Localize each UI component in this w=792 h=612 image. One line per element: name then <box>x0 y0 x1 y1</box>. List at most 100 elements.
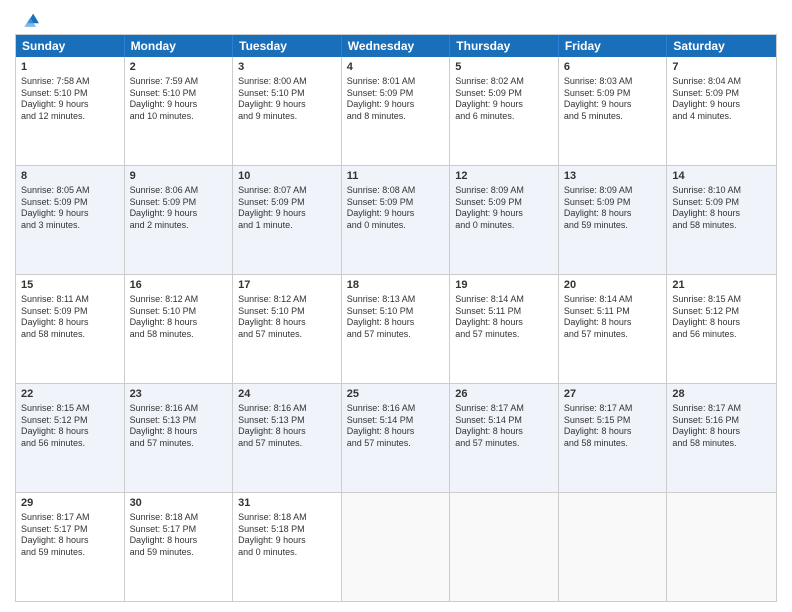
calendar-row-5: 29Sunrise: 8:17 AM Sunset: 5:17 PM Dayli… <box>16 493 776 601</box>
day-cell-23: 23Sunrise: 8:16 AM Sunset: 5:13 PM Dayli… <box>125 384 234 492</box>
day-info: Sunrise: 8:08 AM Sunset: 5:09 PM Dayligh… <box>347 185 445 232</box>
empty-cell-4-5 <box>559 493 668 601</box>
day-cell-8: 8Sunrise: 8:05 AM Sunset: 5:09 PM Daylig… <box>16 166 125 274</box>
day-info: Sunrise: 8:18 AM Sunset: 5:17 PM Dayligh… <box>130 512 228 559</box>
day-number: 24 <box>238 387 336 402</box>
day-cell-7: 7Sunrise: 8:04 AM Sunset: 5:09 PM Daylig… <box>667 57 776 165</box>
day-info: Sunrise: 8:16 AM Sunset: 5:13 PM Dayligh… <box>130 403 228 450</box>
day-cell-31: 31Sunrise: 8:18 AM Sunset: 5:18 PM Dayli… <box>233 493 342 601</box>
day-number: 7 <box>672 60 771 75</box>
day-cell-4: 4Sunrise: 8:01 AM Sunset: 5:09 PM Daylig… <box>342 57 451 165</box>
day-info: Sunrise: 8:00 AM Sunset: 5:10 PM Dayligh… <box>238 76 336 123</box>
day-info: Sunrise: 7:59 AM Sunset: 5:10 PM Dayligh… <box>130 76 228 123</box>
day-info: Sunrise: 8:06 AM Sunset: 5:09 PM Dayligh… <box>130 185 228 232</box>
day-info: Sunrise: 8:16 AM Sunset: 5:14 PM Dayligh… <box>347 403 445 450</box>
day-number: 9 <box>130 169 228 184</box>
day-number: 18 <box>347 278 445 293</box>
logo-icon <box>17 10 39 32</box>
day-number: 3 <box>238 60 336 75</box>
calendar-body: 1Sunrise: 7:58 AM Sunset: 5:10 PM Daylig… <box>16 57 776 601</box>
day-info: Sunrise: 8:16 AM Sunset: 5:13 PM Dayligh… <box>238 403 336 450</box>
day-info: Sunrise: 8:01 AM Sunset: 5:09 PM Dayligh… <box>347 76 445 123</box>
day-info: Sunrise: 8:17 AM Sunset: 5:16 PM Dayligh… <box>672 403 771 450</box>
calendar-row-2: 8Sunrise: 8:05 AM Sunset: 5:09 PM Daylig… <box>16 166 776 275</box>
day-number: 26 <box>455 387 553 402</box>
day-number: 8 <box>21 169 119 184</box>
day-info: Sunrise: 8:04 AM Sunset: 5:09 PM Dayligh… <box>672 76 771 123</box>
header-day-monday: Monday <box>125 35 234 57</box>
day-number: 22 <box>21 387 119 402</box>
day-number: 13 <box>564 169 662 184</box>
calendar-row-3: 15Sunrise: 8:11 AM Sunset: 5:09 PM Dayli… <box>16 275 776 384</box>
day-info: Sunrise: 8:14 AM Sunset: 5:11 PM Dayligh… <box>564 294 662 341</box>
day-info: Sunrise: 8:02 AM Sunset: 5:09 PM Dayligh… <box>455 76 553 123</box>
day-cell-26: 26Sunrise: 8:17 AM Sunset: 5:14 PM Dayli… <box>450 384 559 492</box>
day-number: 5 <box>455 60 553 75</box>
page: SundayMondayTuesdayWednesdayThursdayFrid… <box>0 0 792 612</box>
day-cell-22: 22Sunrise: 8:15 AM Sunset: 5:12 PM Dayli… <box>16 384 125 492</box>
day-cell-15: 15Sunrise: 8:11 AM Sunset: 5:09 PM Dayli… <box>16 275 125 383</box>
day-number: 11 <box>347 169 445 184</box>
day-cell-20: 20Sunrise: 8:14 AM Sunset: 5:11 PM Dayli… <box>559 275 668 383</box>
calendar-row-1: 1Sunrise: 7:58 AM Sunset: 5:10 PM Daylig… <box>16 57 776 166</box>
header-day-wednesday: Wednesday <box>342 35 451 57</box>
empty-cell-4-4 <box>450 493 559 601</box>
day-info: Sunrise: 8:07 AM Sunset: 5:09 PM Dayligh… <box>238 185 336 232</box>
empty-cell-4-6 <box>667 493 776 601</box>
day-cell-30: 30Sunrise: 8:18 AM Sunset: 5:17 PM Dayli… <box>125 493 234 601</box>
day-number: 31 <box>238 496 336 511</box>
day-info: Sunrise: 8:17 AM Sunset: 5:17 PM Dayligh… <box>21 512 119 559</box>
day-cell-27: 27Sunrise: 8:17 AM Sunset: 5:15 PM Dayli… <box>559 384 668 492</box>
day-info: Sunrise: 8:12 AM Sunset: 5:10 PM Dayligh… <box>238 294 336 341</box>
day-info: Sunrise: 8:14 AM Sunset: 5:11 PM Dayligh… <box>455 294 553 341</box>
day-number: 1 <box>21 60 119 75</box>
day-number: 30 <box>130 496 228 511</box>
header-day-saturday: Saturday <box>667 35 776 57</box>
logo-text <box>15 10 39 32</box>
day-cell-13: 13Sunrise: 8:09 AM Sunset: 5:09 PM Dayli… <box>559 166 668 274</box>
day-cell-1: 1Sunrise: 7:58 AM Sunset: 5:10 PM Daylig… <box>16 57 125 165</box>
header <box>15 10 777 28</box>
day-info: Sunrise: 8:12 AM Sunset: 5:10 PM Dayligh… <box>130 294 228 341</box>
day-number: 12 <box>455 169 553 184</box>
calendar: SundayMondayTuesdayWednesdayThursdayFrid… <box>15 34 777 602</box>
empty-cell-4-3 <box>342 493 451 601</box>
day-cell-3: 3Sunrise: 8:00 AM Sunset: 5:10 PM Daylig… <box>233 57 342 165</box>
day-cell-12: 12Sunrise: 8:09 AM Sunset: 5:09 PM Dayli… <box>450 166 559 274</box>
calendar-row-4: 22Sunrise: 8:15 AM Sunset: 5:12 PM Dayli… <box>16 384 776 493</box>
logo <box>15 10 39 28</box>
day-number: 20 <box>564 278 662 293</box>
day-number: 14 <box>672 169 771 184</box>
day-number: 2 <box>130 60 228 75</box>
day-cell-29: 29Sunrise: 8:17 AM Sunset: 5:17 PM Dayli… <box>16 493 125 601</box>
day-number: 29 <box>21 496 119 511</box>
day-number: 10 <box>238 169 336 184</box>
day-info: Sunrise: 8:05 AM Sunset: 5:09 PM Dayligh… <box>21 185 119 232</box>
day-cell-16: 16Sunrise: 8:12 AM Sunset: 5:10 PM Dayli… <box>125 275 234 383</box>
header-day-sunday: Sunday <box>16 35 125 57</box>
day-number: 15 <box>21 278 119 293</box>
header-day-tuesday: Tuesday <box>233 35 342 57</box>
day-info: Sunrise: 8:09 AM Sunset: 5:09 PM Dayligh… <box>455 185 553 232</box>
calendar-header: SundayMondayTuesdayWednesdayThursdayFrid… <box>16 35 776 57</box>
day-info: Sunrise: 8:13 AM Sunset: 5:10 PM Dayligh… <box>347 294 445 341</box>
day-number: 19 <box>455 278 553 293</box>
day-cell-17: 17Sunrise: 8:12 AM Sunset: 5:10 PM Dayli… <box>233 275 342 383</box>
day-number: 4 <box>347 60 445 75</box>
day-info: Sunrise: 8:15 AM Sunset: 5:12 PM Dayligh… <box>672 294 771 341</box>
day-number: 25 <box>347 387 445 402</box>
day-info: Sunrise: 8:18 AM Sunset: 5:18 PM Dayligh… <box>238 512 336 559</box>
day-cell-25: 25Sunrise: 8:16 AM Sunset: 5:14 PM Dayli… <box>342 384 451 492</box>
day-number: 23 <box>130 387 228 402</box>
day-info: Sunrise: 8:17 AM Sunset: 5:14 PM Dayligh… <box>455 403 553 450</box>
day-cell-2: 2Sunrise: 7:59 AM Sunset: 5:10 PM Daylig… <box>125 57 234 165</box>
day-info: Sunrise: 8:15 AM Sunset: 5:12 PM Dayligh… <box>21 403 119 450</box>
day-number: 21 <box>672 278 771 293</box>
day-number: 27 <box>564 387 662 402</box>
day-info: Sunrise: 8:03 AM Sunset: 5:09 PM Dayligh… <box>564 76 662 123</box>
day-number: 6 <box>564 60 662 75</box>
header-day-friday: Friday <box>559 35 668 57</box>
day-cell-21: 21Sunrise: 8:15 AM Sunset: 5:12 PM Dayli… <box>667 275 776 383</box>
header-day-thursday: Thursday <box>450 35 559 57</box>
day-info: Sunrise: 7:58 AM Sunset: 5:10 PM Dayligh… <box>21 76 119 123</box>
